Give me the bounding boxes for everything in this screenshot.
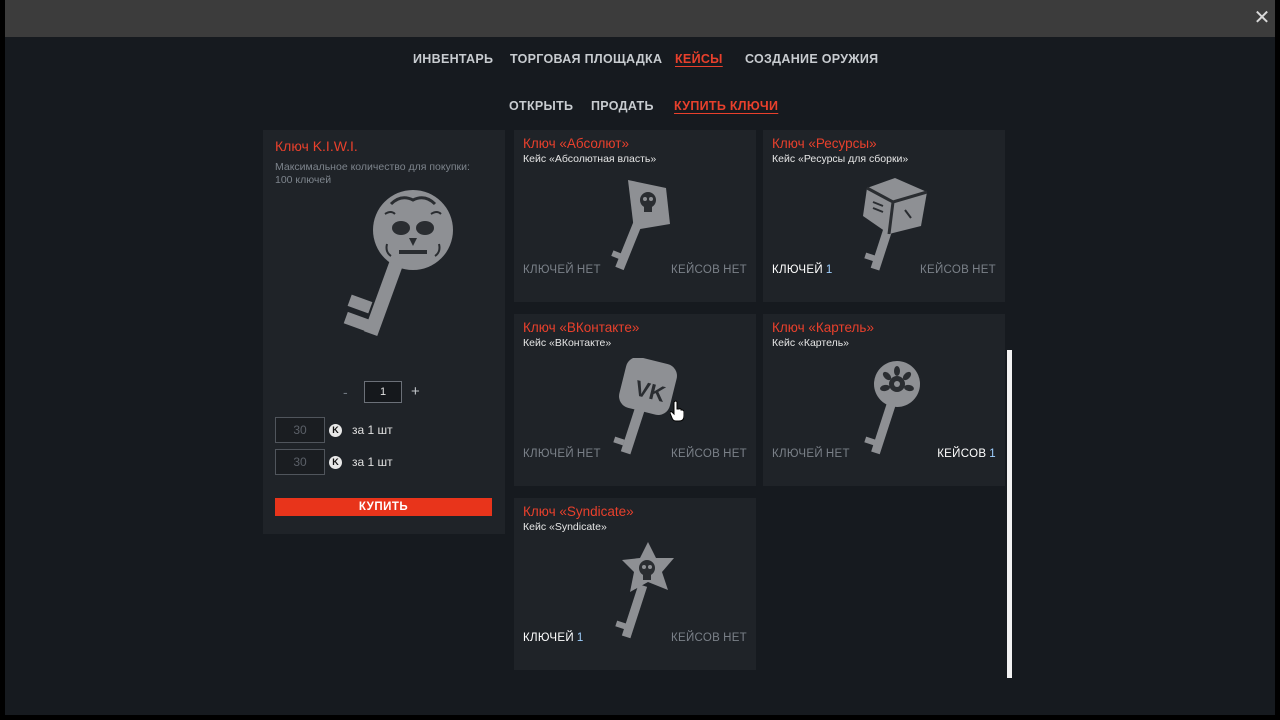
key-card-resources[interactable]: Ключ «Ресурсы» Кейс «Ресурсы для сборки»…: [763, 130, 1005, 302]
subtab-sell[interactable]: ПРОДАТЬ: [591, 99, 654, 113]
purchase-limit-text: Максимальное количество для покупки: 100…: [275, 161, 470, 186]
cases-count: КЕЙСОВ НЕТ: [670, 632, 747, 644]
case-name: Кейс «Абсолютная власть»: [523, 153, 657, 165]
cases-count: КЕЙСОВ 1: [937, 448, 996, 460]
purchase-title: Ключ K.I.W.I.: [275, 138, 358, 154]
key-title: Ключ «Картель»: [772, 320, 874, 335]
subtab-buy-keys[interactable]: КУПИТЬ КЛЮЧИ: [674, 99, 778, 113]
tab-marketplace[interactable]: ТОРГОВАЯ ПЛОЩАДКА: [510, 52, 662, 66]
keys-count: КЛЮЧЕЙ 1: [772, 264, 833, 276]
subtab-open[interactable]: ОТКРЫТЬ: [509, 99, 573, 113]
sub-nav: ОТКРЫТЬ ПРОДАТЬ КУПИТЬ КЛЮЧИ: [5, 99, 1275, 117]
key-title: Ключ «Абсолют»: [523, 136, 629, 151]
key-title: Ключ «Ресурсы»: [772, 136, 877, 151]
tab-inventory[interactable]: ИНВЕНТАРЬ: [413, 52, 493, 66]
key-card-kartel[interactable]: Ключ «Картель» Кейс «Картель» КЛЮЧЕЙ НЕТ …: [763, 314, 1005, 486]
lotus-key-icon: [864, 361, 920, 455]
cases-count: КЕЙСОВ НЕТ: [919, 264, 996, 276]
keys-count: КЛЮЧЕЙ 1: [523, 632, 584, 644]
main-nav: ИНВЕНТАРЬ ТОРГОВАЯ ПЛОЩАДКА КЕЙСЫ СОЗДАН…: [5, 52, 1275, 70]
game-window: ✕ ИНВЕНТАРЬ ТОРГОВАЯ ПЛОЩАДКА КЕЙСЫ СОЗД…: [5, 0, 1275, 715]
quantity-decrease-button[interactable]: -: [343, 384, 348, 400]
scrollbar[interactable]: [1007, 350, 1012, 678]
kiwi-skull-key-icon: [343, 190, 453, 337]
cube-key-icon: [863, 178, 928, 271]
tab-weapon-crafting[interactable]: СОЗДАНИЕ ОРУЖИЯ: [745, 52, 878, 66]
kredits-icon: K: [329, 456, 342, 469]
quantity-input[interactable]: 1: [364, 381, 402, 403]
purchase-panel: Ключ K.I.W.I. Максимальное количество дл…: [263, 130, 505, 534]
case-name: Кейс «Ресурсы для сборки»: [772, 153, 909, 165]
key-title: Ключ «Syndicate»: [523, 504, 634, 519]
cases-count: КЕЙСОВ НЕТ: [670, 448, 747, 460]
kredits-icon: K: [329, 424, 342, 437]
cases-count: КЕЙСОВ НЕТ: [670, 264, 747, 276]
star-skull-key-icon: [615, 542, 674, 639]
key-card-vkontakte[interactable]: Ключ «ВКонтакте» Кейс «ВКонтакте» VK КЛЮ…: [514, 314, 756, 486]
tab-cases[interactable]: КЕЙСЫ: [675, 52, 723, 66]
key-card-absolut[interactable]: Ключ «Абсолют» Кейс «Абсолютная власть» …: [514, 130, 756, 302]
case-name: Кейс «ВКонтакте»: [523, 337, 612, 349]
skull-flag-key-icon: [611, 180, 670, 271]
title-bar: ✕: [5, 0, 1275, 37]
key-card-syndicate[interactable]: Ключ «Syndicate» Кейс «Syndicate» КЛЮЧЕЙ…: [514, 498, 756, 670]
close-icon[interactable]: ✕: [1252, 8, 1272, 28]
keys-count: КЛЮЧЕЙ НЕТ: [523, 264, 601, 276]
case-name: Кейс «Syndicate»: [523, 521, 607, 533]
keys-count: КЛЮЧЕЙ НЕТ: [772, 448, 850, 460]
price-unit-label: за 1 шт: [352, 455, 393, 469]
price-field[interactable]: 30: [275, 449, 325, 475]
price-unit-label: за 1 шт: [352, 423, 393, 437]
vk-key-icon: VK: [613, 358, 677, 455]
buy-button[interactable]: КУПИТЬ: [275, 498, 492, 516]
hand-cursor-icon: [670, 400, 684, 422]
keys-count: КЛЮЧЕЙ НЕТ: [523, 448, 601, 460]
key-title: Ключ «ВКонтакте»: [523, 320, 640, 335]
quantity-increase-button[interactable]: +: [411, 383, 420, 400]
case-name: Кейс «Картель»: [772, 337, 850, 349]
price-field[interactable]: 30: [275, 417, 325, 443]
